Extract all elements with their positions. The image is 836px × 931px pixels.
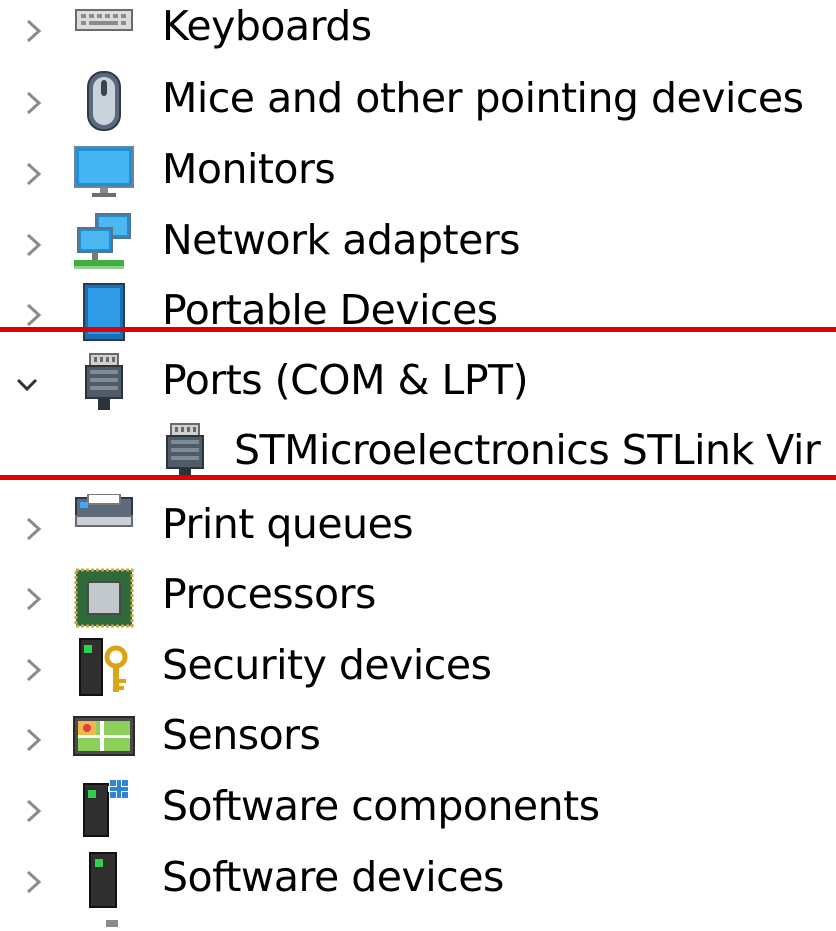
tree-item-monitors[interactable]: Monitors: [0, 137, 836, 207]
tree-item-security-devices[interactable]: Security devices: [0, 633, 836, 703]
processor-icon: [72, 564, 136, 628]
portable-device-icon: [72, 280, 136, 344]
tree-item-label: Processors: [162, 570, 376, 618]
monitor-icon: [72, 139, 136, 203]
tree-item-label: Keyboards: [162, 2, 372, 50]
chevron-right-icon[interactable]: [14, 865, 54, 899]
device-manager-tree: Keyboards Mice and other pointing device…: [0, 0, 836, 927]
tree-item-label: Security devices: [162, 641, 492, 689]
software-component-icon: [72, 776, 136, 840]
tree-item-label: Mice and other pointing devices: [162, 74, 804, 122]
cropped-device-icon: [96, 910, 126, 927]
highlight-line-bottom: [0, 475, 836, 480]
tree-item-label: Network adapters: [162, 216, 521, 264]
tree-item-label: Software components: [162, 782, 600, 830]
chevron-right-icon[interactable]: [14, 14, 54, 48]
tree-item-label: Print queues: [162, 500, 414, 548]
network-adapter-icon: [72, 210, 136, 274]
printer-icon: [72, 494, 136, 558]
chevron-down-icon[interactable]: [14, 368, 54, 402]
tree-item-sensors[interactable]: Sensors: [0, 703, 836, 773]
tree-item-ports[interactable]: Ports (COM & LPT): [0, 348, 836, 418]
tree-item-label: Software devices: [162, 853, 504, 901]
chevron-right-icon[interactable]: [14, 86, 54, 120]
chevron-right-icon[interactable]: [14, 794, 54, 828]
chevron-right-icon[interactable]: [14, 157, 54, 191]
keyboard-icon: [72, 0, 136, 60]
tree-item-label: STMicroelectronics STLink Vir: [234, 426, 821, 474]
tree-item-label: Monitors: [162, 145, 336, 193]
chevron-right-icon[interactable]: [14, 512, 54, 546]
chevron-right-icon[interactable]: [14, 582, 54, 616]
highlight-line-top: [0, 327, 836, 332]
tree-item-mice[interactable]: Mice and other pointing devices: [0, 66, 836, 136]
tree-item-network-adapters[interactable]: Network adapters: [0, 208, 836, 278]
tree-item-software-devices[interactable]: Software devices: [0, 845, 836, 915]
chevron-right-icon[interactable]: [14, 228, 54, 262]
chevron-right-icon[interactable]: [14, 653, 54, 687]
port-icon: [72, 350, 136, 414]
software-device-icon: [72, 847, 136, 911]
tree-item-label: Ports (COM & LPT): [162, 356, 529, 404]
sensor-icon: [72, 705, 136, 769]
tree-item-software-components[interactable]: Software components: [0, 774, 836, 844]
tree-item-processors[interactable]: Processors: [0, 562, 836, 632]
tree-item-print-queues[interactable]: Print queues: [0, 492, 836, 562]
tree-item-portable-devices[interactable]: Portable Devices: [0, 278, 836, 348]
tree-item-label: Sensors: [162, 711, 321, 759]
tree-item-keyboards[interactable]: Keyboards: [0, 0, 836, 64]
security-device-icon: [72, 635, 136, 699]
mouse-icon: [72, 68, 136, 132]
chevron-right-icon[interactable]: [14, 723, 54, 757]
